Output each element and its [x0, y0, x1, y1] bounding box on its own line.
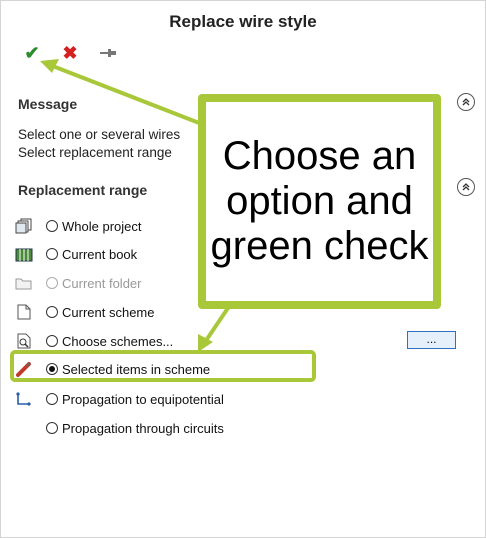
choose-schemes-icon: [14, 332, 34, 350]
radio-propagation-circuits[interactable]: [46, 422, 58, 434]
selected-option-highlight: [10, 350, 316, 382]
option-propagation-equipotential[interactable]: Propagation to equipotential: [14, 388, 224, 410]
option-label: Whole project: [62, 218, 142, 234]
option-whole-project[interactable]: Whole project: [14, 215, 141, 237]
annotation-text: Choose an option and green check: [210, 134, 429, 268]
collapse-range-icon[interactable]: [457, 178, 475, 196]
radio-current-book[interactable]: [46, 248, 58, 260]
option-choose-schemes[interactable]: Choose schemes...: [14, 330, 173, 352]
option-label: Current scheme: [62, 304, 155, 320]
annotation-callout: Choose an option and green check: [198, 94, 441, 309]
option-current-scheme[interactable]: Current scheme: [14, 301, 154, 323]
book-icon: [14, 245, 34, 263]
radio-current-folder: [46, 277, 58, 289]
browse-schemes-button[interactable]: ...: [407, 331, 456, 349]
option-label: Propagation through circuits: [62, 420, 224, 436]
project-icon: [14, 217, 34, 235]
collapse-message-icon[interactable]: [457, 93, 475, 111]
option-propagation-circuits[interactable]: Propagation through circuits: [14, 417, 224, 439]
pin-icon[interactable]: [97, 42, 119, 64]
option-label: Current book: [62, 246, 138, 262]
replacement-range-title: Replacement range: [18, 182, 148, 198]
option-label: Propagation to equipotential: [62, 391, 224, 407]
option-label: Choose schemes...: [62, 333, 174, 349]
radio-choose-schemes[interactable]: [46, 335, 58, 347]
scheme-page-icon: [14, 303, 34, 321]
option-label: Current folder: [62, 275, 142, 291]
message-section-title: Message: [18, 96, 78, 112]
message-line-2: Select replacement range: [18, 145, 172, 160]
option-current-book[interactable]: Current book: [14, 243, 137, 265]
message-line-1: Select one or several wires: [18, 127, 181, 142]
folder-icon: [14, 274, 34, 292]
dialog-title: Replace wire style: [169, 12, 317, 31]
radio-current-scheme[interactable]: [46, 306, 58, 318]
red-x-icon[interactable]: ✖: [59, 42, 81, 64]
green-check-icon[interactable]: ✔: [21, 42, 43, 64]
option-current-folder: Current folder: [14, 272, 141, 294]
equipotential-icon: [14, 390, 34, 408]
radio-propagation-equipotential[interactable]: [46, 393, 58, 405]
radio-whole-project[interactable]: [46, 220, 58, 232]
